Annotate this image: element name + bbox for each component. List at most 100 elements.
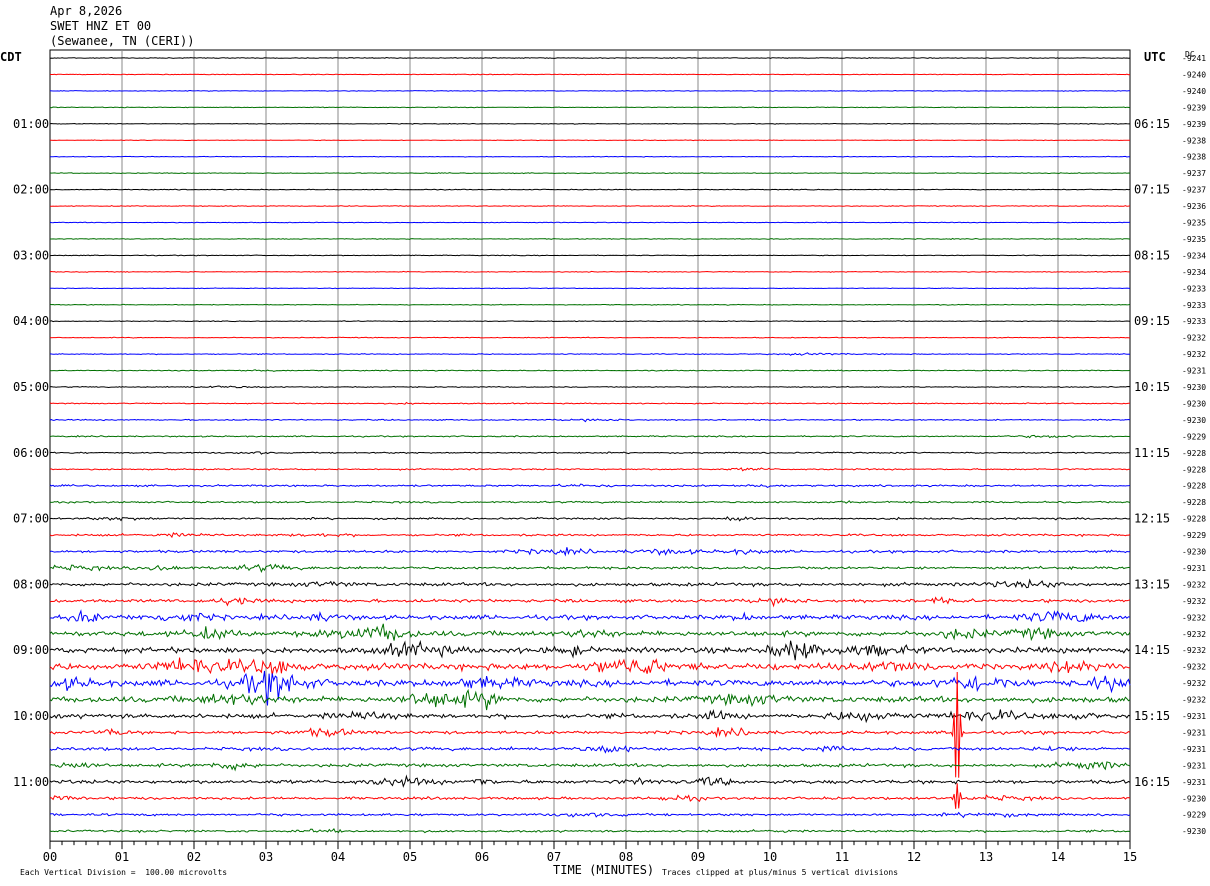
x-tick-label: 10: [763, 850, 777, 864]
trace-row: [49, 657, 1131, 676]
x-axis-title: TIME (MINUTES): [553, 863, 655, 877]
trace-row: [50, 155, 1131, 158]
dc-offset-label: -9231: [1182, 778, 1206, 787]
cdt-hour-label: 01:00: [13, 117, 49, 131]
clip-note: Traces clipped at plus/minus 5 vertical …: [662, 868, 899, 877]
trace-row: [49, 688, 1131, 711]
dc-offset-label: -9232: [1182, 630, 1206, 639]
trace-row: [49, 352, 1131, 356]
dc-offset-label: -9240: [1182, 87, 1206, 96]
trace-row: [49, 73, 1131, 76]
utc-hour-labels: 06:15 07:15 08:15 09:15 10:15 11:15 12:15 13:15…: [1134, 117, 1170, 789]
cdt-hour-label: 05:00: [13, 380, 49, 394]
cdt-hour-label: 06:00: [13, 446, 49, 460]
utc-hour-label: 10:15: [1134, 380, 1170, 394]
trace-row: [49, 578, 1131, 589]
dc-offset-label: -9230: [1182, 383, 1206, 392]
utc-hour-label: 09:15: [1134, 314, 1170, 328]
x-axis-ticks: 00 01 02 03 04 05 06 07 08 09 10 11 12 13 14 15: [43, 841, 1137, 864]
cdt-hour-label: 09:00: [13, 643, 49, 657]
utc-hour-label: 11:15: [1134, 446, 1170, 460]
trace-row: [49, 336, 1131, 339]
trace-row: [49, 500, 1131, 504]
trace-row: [50, 237, 1131, 240]
dc-offset-label: -9228: [1182, 515, 1206, 524]
trace-row: [49, 744, 1131, 754]
dc-offset-label: -9231: [1182, 761, 1206, 770]
trace-row: [49, 221, 1131, 224]
trace-row: [49, 188, 1131, 191]
trace-row: [49, 434, 1131, 439]
dc-offset-label: -9229: [1182, 531, 1206, 540]
header-location: (Sewanee, TN (CERI)): [50, 34, 195, 48]
trace-row: [49, 547, 1131, 557]
trace-row: [49, 761, 1131, 772]
trace-row: [49, 139, 1130, 142]
dc-offset-label: -9232: [1182, 597, 1206, 606]
utc-hour-label: 13:15: [1134, 577, 1170, 591]
dc-offset-label: -9228: [1182, 482, 1206, 491]
dc-offset-label: -9233: [1182, 301, 1206, 310]
trace-row: [49, 106, 1131, 109]
trace-row: [49, 516, 1131, 522]
dc-offset-label: -9233: [1182, 284, 1206, 293]
dc-offset-label: -9230: [1182, 399, 1206, 408]
trace-row: [49, 56, 1131, 59]
x-tick-label: 09: [691, 850, 705, 864]
trace-row: [49, 709, 1131, 724]
trace-row: [50, 205, 1131, 208]
x-tick-label: 13: [979, 850, 993, 864]
plot-frame: [49, 49, 1131, 842]
x-tick-label: 14: [1051, 850, 1065, 864]
dc-offset-labels: -9241-9240-9240-9239-9239-9238-9238-9237…: [1182, 54, 1206, 836]
trace-row: [49, 623, 1131, 642]
dc-offset-label: -9232: [1182, 679, 1206, 688]
trace-row: [49, 532, 1131, 539]
dc-offset-label: -9232: [1182, 334, 1206, 343]
utc-hour-label: 07:15: [1134, 183, 1170, 197]
dc-offset-label: -9233: [1182, 317, 1206, 326]
trace-row: [49, 828, 1131, 834]
cdt-hour-label: 10:00: [13, 709, 49, 723]
trace-row: [49, 609, 1131, 623]
dc-offset-label: -9229: [1182, 432, 1206, 441]
dc-offset-label: -9228: [1182, 498, 1206, 507]
trace-row: [49, 303, 1131, 306]
x-tick-label: 04: [331, 850, 345, 864]
trace-row: [49, 483, 1131, 488]
dc-offset-label: -9239: [1182, 120, 1206, 129]
cdt-hour-label: 04:00: [13, 314, 49, 328]
trace-row: [49, 401, 1130, 405]
dc-offset-label: -9232: [1182, 613, 1206, 622]
cdt-hour-label: 02:00: [13, 183, 49, 197]
right-timezone-label: UTC: [1144, 50, 1166, 64]
trace-group: [49, 56, 1131, 834]
trace-row: [49, 783, 1131, 809]
cdt-hour-label: 07:00: [13, 512, 49, 526]
header-date: Apr 8,2026: [50, 4, 123, 18]
trace-row: [49, 596, 1131, 608]
x-tick-label: 02: [187, 850, 201, 864]
x-tick-label: 03: [259, 850, 273, 864]
dc-offset-label: -9231: [1182, 745, 1206, 754]
x-tick-label: 01: [115, 850, 129, 864]
dc-offset-label: -9235: [1182, 219, 1206, 228]
dc-offset-label: -9235: [1182, 235, 1206, 244]
dc-offset-label: -9232: [1182, 580, 1206, 589]
dc-offset-label: -9236: [1182, 202, 1206, 211]
dc-offset-label: -9231: [1182, 728, 1206, 737]
dc-offset-label: -9239: [1182, 103, 1206, 112]
helicorder-plot: 01:00 02:00 03:00 04:00 05:00 06:00 07:00 08:00…: [13, 49, 1206, 864]
utc-hour-label: 15:15: [1134, 709, 1170, 723]
trace-row: [49, 172, 1131, 175]
trace-row: [49, 639, 1131, 661]
trace-row: [49, 254, 1131, 257]
trace-row: [49, 369, 1131, 372]
dc-offset-label: -9232: [1182, 663, 1206, 672]
dc-offset-label: -9231: [1182, 564, 1206, 573]
trace-row: [49, 89, 1131, 92]
trace-row: [49, 320, 1131, 323]
dc-offset-label: -9232: [1182, 696, 1206, 705]
trace-row: [49, 671, 1131, 778]
dc-offset-label: -9230: [1182, 827, 1206, 836]
